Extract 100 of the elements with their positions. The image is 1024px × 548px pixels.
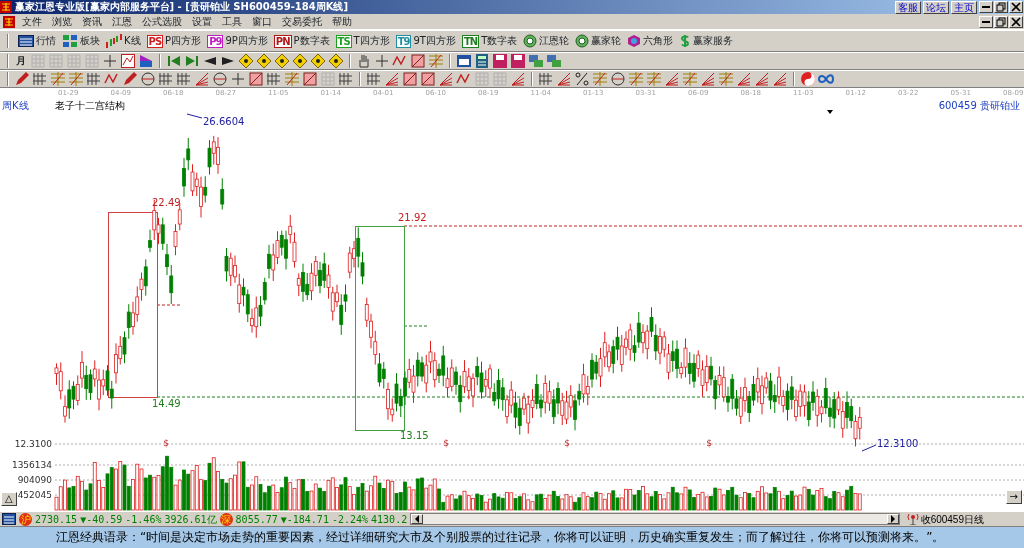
line-tool-icon[interactable]: [338, 71, 354, 87]
crosshair-icon[interactable]: [374, 53, 390, 69]
minimize-button[interactable]: [979, 15, 993, 28]
box-tool-icon[interactable]: [410, 53, 426, 69]
box-tool-icon[interactable]: [402, 71, 418, 87]
line-tool-icon[interactable]: [646, 71, 662, 87]
toolbar-button[interactable]: 江恩轮: [523, 34, 570, 48]
box-tool-icon[interactable]: [302, 71, 318, 87]
line-tool-icon[interactable]: [366, 71, 382, 87]
toolbar-button[interactable]: 赢家轮: [575, 34, 622, 48]
menu-item[interactable]: 资讯: [77, 14, 107, 29]
network-icon[interactable]: [546, 53, 562, 69]
line-tool-icon[interactable]: [592, 71, 608, 87]
header-link[interactable]: 论坛: [923, 0, 949, 14]
restore-button[interactable]: [994, 15, 1008, 28]
diamond-icon[interactable]: [238, 53, 254, 69]
dropdown-arrow-icon[interactable]: [827, 110, 833, 114]
yin-yang-icon[interactable]: [800, 71, 816, 87]
line-tool-icon[interactable]: [32, 71, 48, 87]
circle-tool-icon[interactable]: [212, 71, 228, 87]
toolbar-button[interactable]: TN T数字表: [461, 34, 518, 48]
toolbar-button[interactable]: 板块: [62, 34, 100, 48]
chart-icon[interactable]: [120, 53, 136, 69]
toolbar-button[interactable]: T9 9T四方形: [395, 34, 456, 48]
fan-tool-icon[interactable]: [772, 71, 788, 87]
box-tool-icon[interactable]: [248, 71, 264, 87]
toolbar-label: P四方形: [165, 35, 202, 47]
line-tool-icon[interactable]: [266, 71, 282, 87]
diamond-icon[interactable]: [256, 53, 272, 69]
circle-tool-icon[interactable]: [140, 71, 156, 87]
line-tool-icon[interactable]: [682, 71, 698, 87]
table-icon[interactable]: [2, 513, 16, 525]
skip-back-icon[interactable]: [166, 53, 182, 69]
calendar-icon[interactable]: [456, 53, 472, 69]
menu-item[interactable]: 浏览: [47, 14, 77, 29]
collapse-button[interactable]: △: [1, 492, 17, 506]
fan-tool-icon[interactable]: [384, 71, 400, 87]
index-change: ▼-40.59: [80, 512, 123, 527]
menu-item[interactable]: 工具: [217, 14, 247, 29]
period-dropdown[interactable]: 月: [14, 55, 28, 67]
close-button[interactable]: [1009, 1, 1023, 13]
flag-icon[interactable]: [138, 53, 154, 69]
network-icon[interactable]: [528, 53, 544, 69]
diamond-icon[interactable]: [274, 53, 290, 69]
fan-tool-icon[interactable]: [510, 71, 526, 87]
box-tool-icon[interactable]: [420, 71, 436, 87]
horizontal-scrollbar[interactable]: [410, 513, 900, 525]
toolbar-button[interactable]: K线: [106, 34, 141, 48]
line-tool-icon[interactable]: [68, 71, 84, 87]
line-tool-icon[interactable]: [284, 71, 300, 87]
toolbar-button[interactable]: 六角形: [627, 34, 674, 48]
stock-label: 600459 贵研铂业: [938, 100, 1020, 111]
calculator-icon[interactable]: [474, 53, 490, 69]
fan-tool-icon[interactable]: [194, 71, 210, 87]
fan-tool-icon[interactable]: [556, 71, 572, 87]
line-tool-icon[interactable]: [428, 53, 444, 69]
fan-tool-icon[interactable]: [700, 71, 716, 87]
header-link[interactable]: 客服: [895, 0, 921, 14]
restore-button[interactable]: [994, 1, 1008, 13]
menu-item[interactable]: 文件: [17, 14, 47, 29]
diamond-icon[interactable]: [328, 53, 344, 69]
axis-label: 452045: [17, 490, 52, 500]
percent-tool-icon[interactable]: [574, 71, 590, 87]
toolbar-button[interactable]: 行情: [18, 34, 56, 48]
line-tool-icon[interactable]: [538, 71, 554, 87]
infinity-icon[interactable]: [818, 71, 834, 87]
close-button[interactable]: [1009, 15, 1023, 28]
circle-tool-icon[interactable]: [610, 71, 626, 87]
line-tool-icon[interactable]: [86, 71, 102, 87]
scroll-right-icon[interactable]: [889, 515, 896, 523]
toolbar-button[interactable]: PN P数字表: [273, 34, 330, 48]
menu-item[interactable]: 帮助: [327, 14, 357, 29]
fan-tool-icon[interactable]: [438, 71, 454, 87]
dollar-icon: [679, 34, 692, 48]
toolbar-button[interactable]: 赢家服务: [679, 34, 734, 48]
menu-item[interactable]: 设置: [187, 14, 217, 29]
toolbar-button[interactable]: TS T四方形: [335, 34, 390, 48]
fan-tool-icon[interactable]: [736, 71, 752, 87]
diamond-icon[interactable]: [292, 53, 308, 69]
crosshair-icon[interactable]: [102, 53, 118, 69]
toolbar-button[interactable]: P9 9P四方形: [207, 34, 268, 48]
fan-tool-icon[interactable]: [754, 71, 770, 87]
line-tool-icon[interactable]: [50, 71, 66, 87]
menu-item[interactable]: 公式选股: [137, 14, 187, 29]
minimize-button[interactable]: [979, 1, 993, 13]
status-message: 收600459日线: [920, 512, 984, 527]
line-tool-icon[interactable]: [718, 71, 734, 87]
line-tool-icon[interactable]: [158, 71, 174, 87]
leader-line: [186, 113, 203, 119]
menu-item[interactable]: 江恩: [107, 14, 137, 29]
line-tool-icon[interactable]: [628, 71, 644, 87]
price-label: 26.6604: [203, 116, 245, 127]
header-link[interactable]: 主页: [951, 0, 977, 14]
menu-item[interactable]: 交易委托: [277, 14, 327, 29]
toolbar-button[interactable]: PS P四方形: [146, 34, 202, 48]
scroll-left-icon[interactable]: [414, 515, 421, 523]
fan-tool-icon[interactable]: [664, 71, 680, 87]
menu-item[interactable]: 窗口: [247, 14, 277, 29]
diamond-icon[interactable]: [310, 53, 326, 69]
line-tool-icon[interactable]: [176, 71, 192, 87]
